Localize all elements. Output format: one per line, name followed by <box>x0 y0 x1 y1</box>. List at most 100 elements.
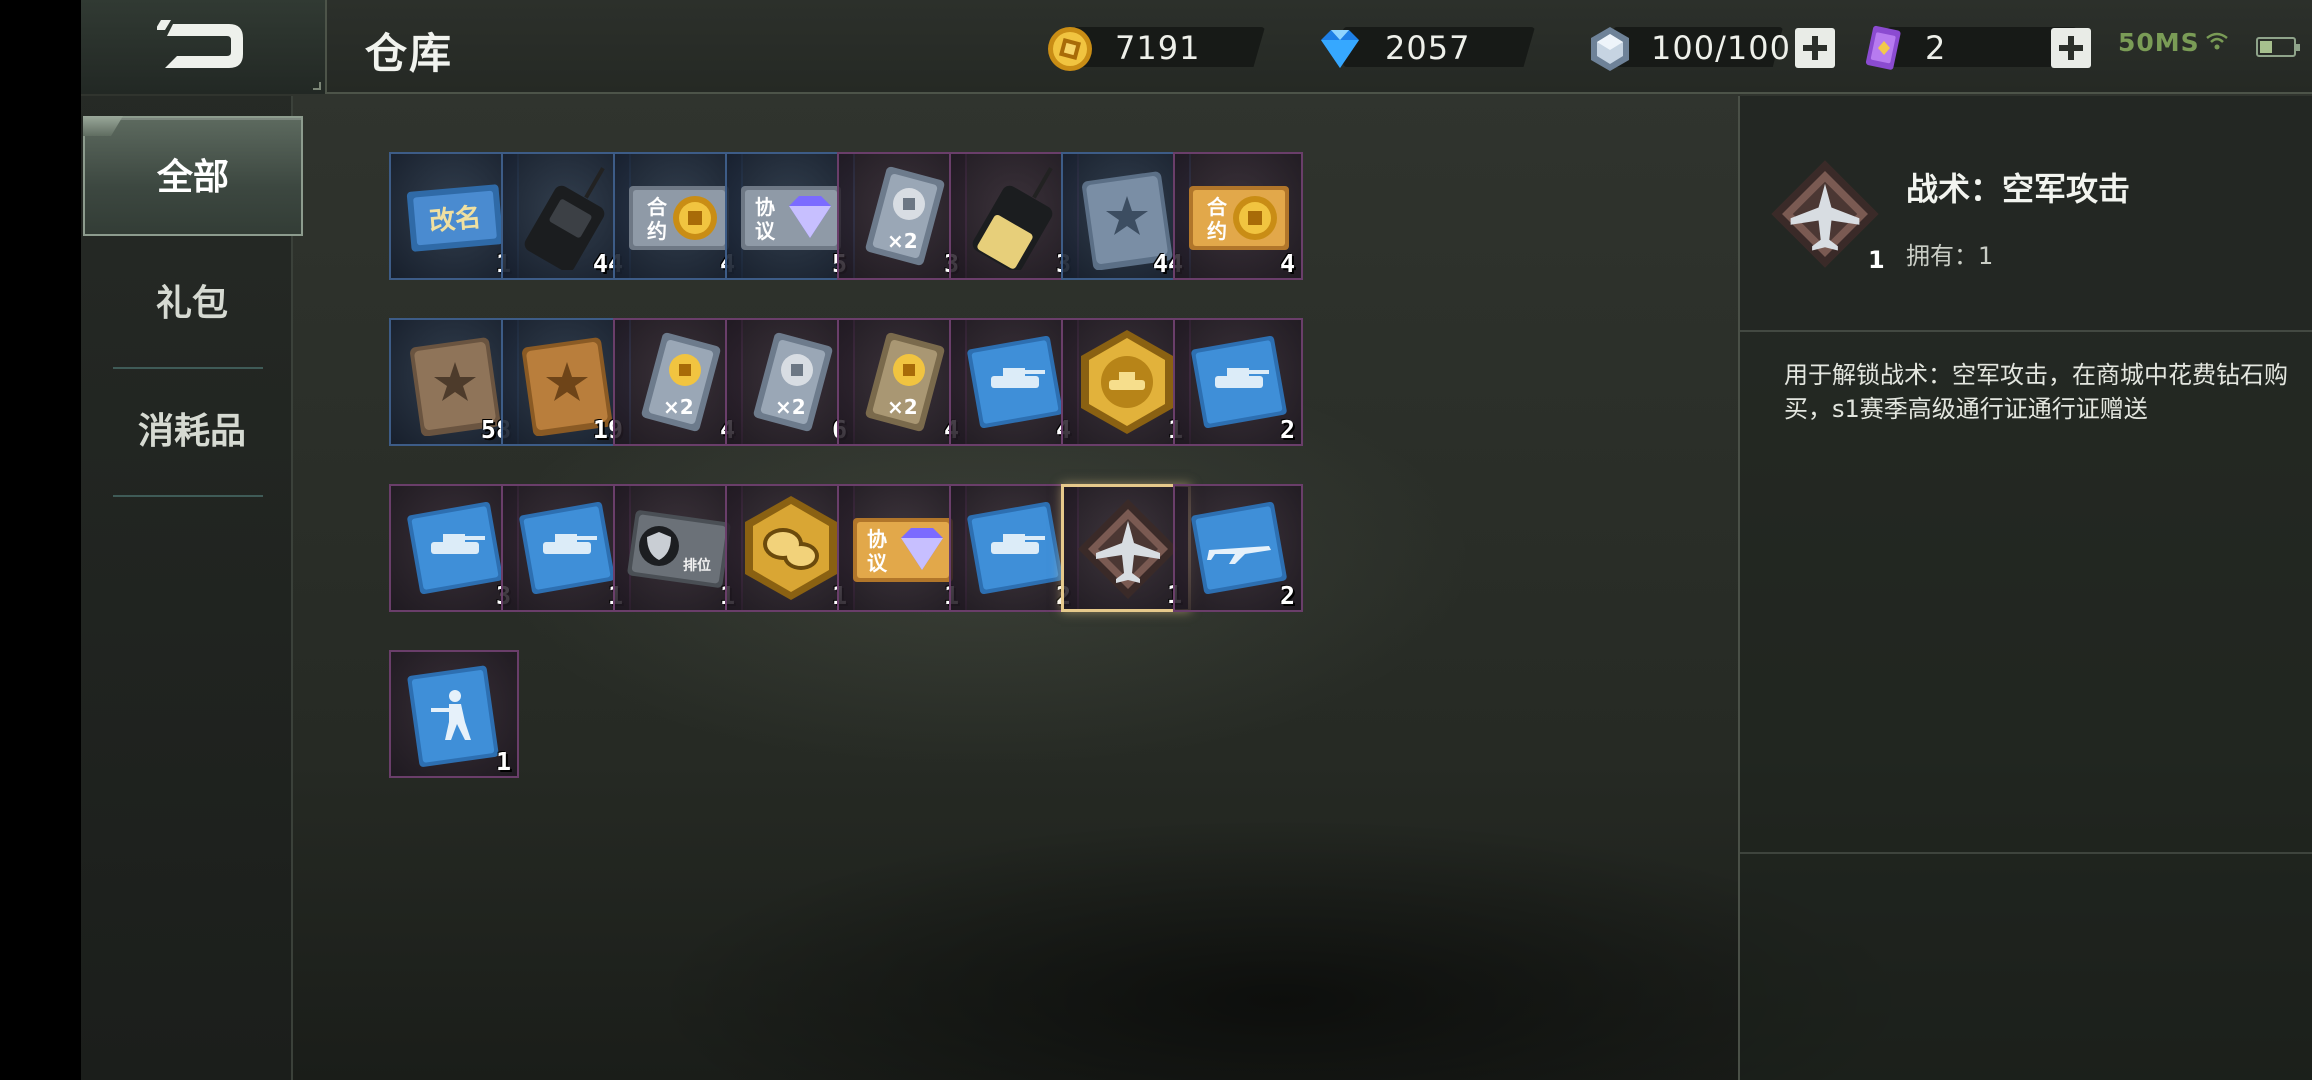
add-card-button[interactable] <box>2051 28 2091 68</box>
item-slot[interactable]: 1 <box>501 484 631 612</box>
contract-gold-card-icon: 合 约 <box>629 186 729 250</box>
tank-blueprint-icon <box>407 501 503 595</box>
page-title: 仓库 <box>365 29 454 78</box>
tab-all[interactable]: 全部 <box>83 116 303 236</box>
item-slot[interactable]: 合 约 4 <box>1173 152 1303 280</box>
item-slot[interactable]: 1 <box>725 484 855 612</box>
item-slot[interactable]: 3 <box>949 152 1079 280</box>
gold-counter: 7191 <box>1045 24 1265 71</box>
gold-value: 7191 <box>1115 29 1201 67</box>
gold-chat-badge-icon <box>745 496 837 600</box>
item-grid: 改名 1 44 合 约 4 <box>389 152 1755 782</box>
sidebar-divider <box>113 495 263 497</box>
svg-text:议: 议 <box>867 551 888 575</box>
item-slot[interactable]: 2 <box>1173 318 1303 446</box>
item-slot[interactable]: ×2 4 <box>613 318 743 446</box>
item-slot[interactable]: 3 <box>389 484 519 612</box>
double-silver-coin-card-icon: ×2 <box>753 332 833 432</box>
item-slot[interactable]: ×2 6 <box>725 318 855 446</box>
rank-protect-card-icon: 排位 <box>627 510 731 588</box>
svg-text:×2: ×2 <box>887 395 918 419</box>
item-slot[interactable]: 合 约 4 <box>613 152 743 280</box>
tab-notch <box>83 116 123 136</box>
air-strike-tactic-icon <box>1771 160 1879 268</box>
item-count: 4 <box>1279 249 1295 278</box>
tab-gift-packs-label: 礼包 <box>155 283 228 324</box>
item-slot[interactable]: 44 <box>1061 152 1191 280</box>
detail-owned-count: 拥有：1 <box>1906 242 1994 270</box>
detail-description: 用于解锁战术：空军攻击，在商城中花费钻石购买，s1赛季高级通行证通行证赠送 <box>1784 361 2288 423</box>
item-slot[interactable]: 协 议 5 <box>725 152 855 280</box>
card-pill <box>1887 27 2077 67</box>
gold-coin-icon <box>1048 27 1092 71</box>
jet-blueprint-icon <box>1191 501 1287 595</box>
screen-edge-bar <box>0 0 81 1080</box>
svg-text:×2: ×2 <box>775 395 806 419</box>
item-slot[interactable]: 2 <box>949 484 1079 612</box>
svg-text:约: 约 <box>647 219 667 243</box>
svg-text:协: 协 <box>755 195 775 219</box>
detail-item-name: 战术：空军攻击 <box>1906 170 2131 208</box>
svg-text:约: 约 <box>1207 219 1227 243</box>
back-button[interactable] <box>81 0 327 94</box>
svg-text:协: 协 <box>867 527 887 551</box>
item-count: 1 <box>495 747 511 776</box>
card-value: 2 <box>1925 29 1947 67</box>
item-slot[interactable]: 58 <box>389 318 519 446</box>
item-slot[interactable]: 2 <box>1173 484 1303 612</box>
item-slot[interactable]: 19 <box>501 318 631 446</box>
air-strike-tactic-icon <box>1078 499 1178 599</box>
svg-text:合: 合 <box>647 195 668 219</box>
soldier-blueprint-icon <box>407 665 499 767</box>
tab-all-label: 全部 <box>156 157 229 198</box>
double-gold-coin-card-icon: ×2 <box>641 332 721 432</box>
svg-text:议: 议 <box>755 219 776 243</box>
crystal-icon <box>1591 27 1629 71</box>
item-slot[interactable]: 协 议 1 <box>837 484 967 612</box>
svg-text:×2: ×2 <box>663 395 694 419</box>
add-energy-button[interactable] <box>1795 28 1835 68</box>
diamond-icon <box>1321 30 1359 68</box>
contract-gold-card-premium-icon: 合 约 <box>1189 186 1289 250</box>
item-slot[interactable]: 1 <box>389 650 519 778</box>
corner-mark <box>313 82 321 90</box>
detail-icon-count: 1 <box>1868 246 1885 274</box>
diamond-value: 2057 <box>1385 29 1471 67</box>
tab-gift-packs[interactable]: 礼包 <box>81 244 303 364</box>
item-slot[interactable]: 44 <box>501 152 631 280</box>
energy-value: 100/100 <box>1651 29 1791 67</box>
tank-blueprint-icon <box>1191 335 1287 429</box>
tank-blueprint-icon <box>967 501 1063 595</box>
item-slot[interactable]: 改名 1 <box>389 152 519 280</box>
item-count: 2 <box>1279 581 1295 610</box>
item-slot[interactable]: 4 <box>949 318 1079 446</box>
item-slot[interactable]: 排位 1 <box>613 484 743 612</box>
gold-tank-badge-icon <box>1081 330 1173 434</box>
warehouse-screen: 仓库 7191 2057 100/100 2 50MS 全部 礼包 消耗品 改名… <box>81 0 2312 1080</box>
battery-icon <box>2256 37 2300 57</box>
item-slot[interactable]: 1 <box>1061 318 1191 446</box>
item-count: 2 <box>1279 415 1295 444</box>
agreement-diamond-card-icon: 协 议 <box>741 186 841 250</box>
detail-divider <box>1740 852 2312 854</box>
detail-header: 1 战术：空军攻击 拥有：1 <box>1740 96 2312 332</box>
svg-text:合: 合 <box>1207 195 1228 219</box>
tank-blueprint-icon <box>519 501 615 595</box>
tab-consumables[interactable]: 消耗品 <box>81 372 303 492</box>
item-slot-selected[interactable]: 1 <box>1061 484 1191 612</box>
category-sidebar: 全部 礼包 消耗品 <box>81 96 303 1080</box>
agreement-diamond-card-premium-icon: 协 议 <box>853 518 953 582</box>
back-arrow-icon <box>157 20 243 68</box>
svg-text:排位: 排位 <box>683 557 711 574</box>
sidebar-divider <box>113 367 263 369</box>
item-slot[interactable]: ×2 4 <box>837 318 967 446</box>
energy-counter: 100/100 <box>1585 24 1790 71</box>
item-slot[interactable]: ×2 3 <box>837 152 967 280</box>
net-speed: 50MS <box>2118 28 2200 57</box>
item-detail-panel: 1 战术：空军攻击 拥有：1 用于解锁战术：空军攻击，在商城中花费钻石购买，s1… <box>1738 96 2312 1080</box>
rename-card-icon: 改名 <box>406 184 504 252</box>
pass-card-icon <box>1865 25 1901 70</box>
wifi-icon <box>2206 32 2228 50</box>
walkie-talkie-gold-icon <box>972 167 1053 270</box>
tank-blueprint-icon <box>967 335 1063 429</box>
